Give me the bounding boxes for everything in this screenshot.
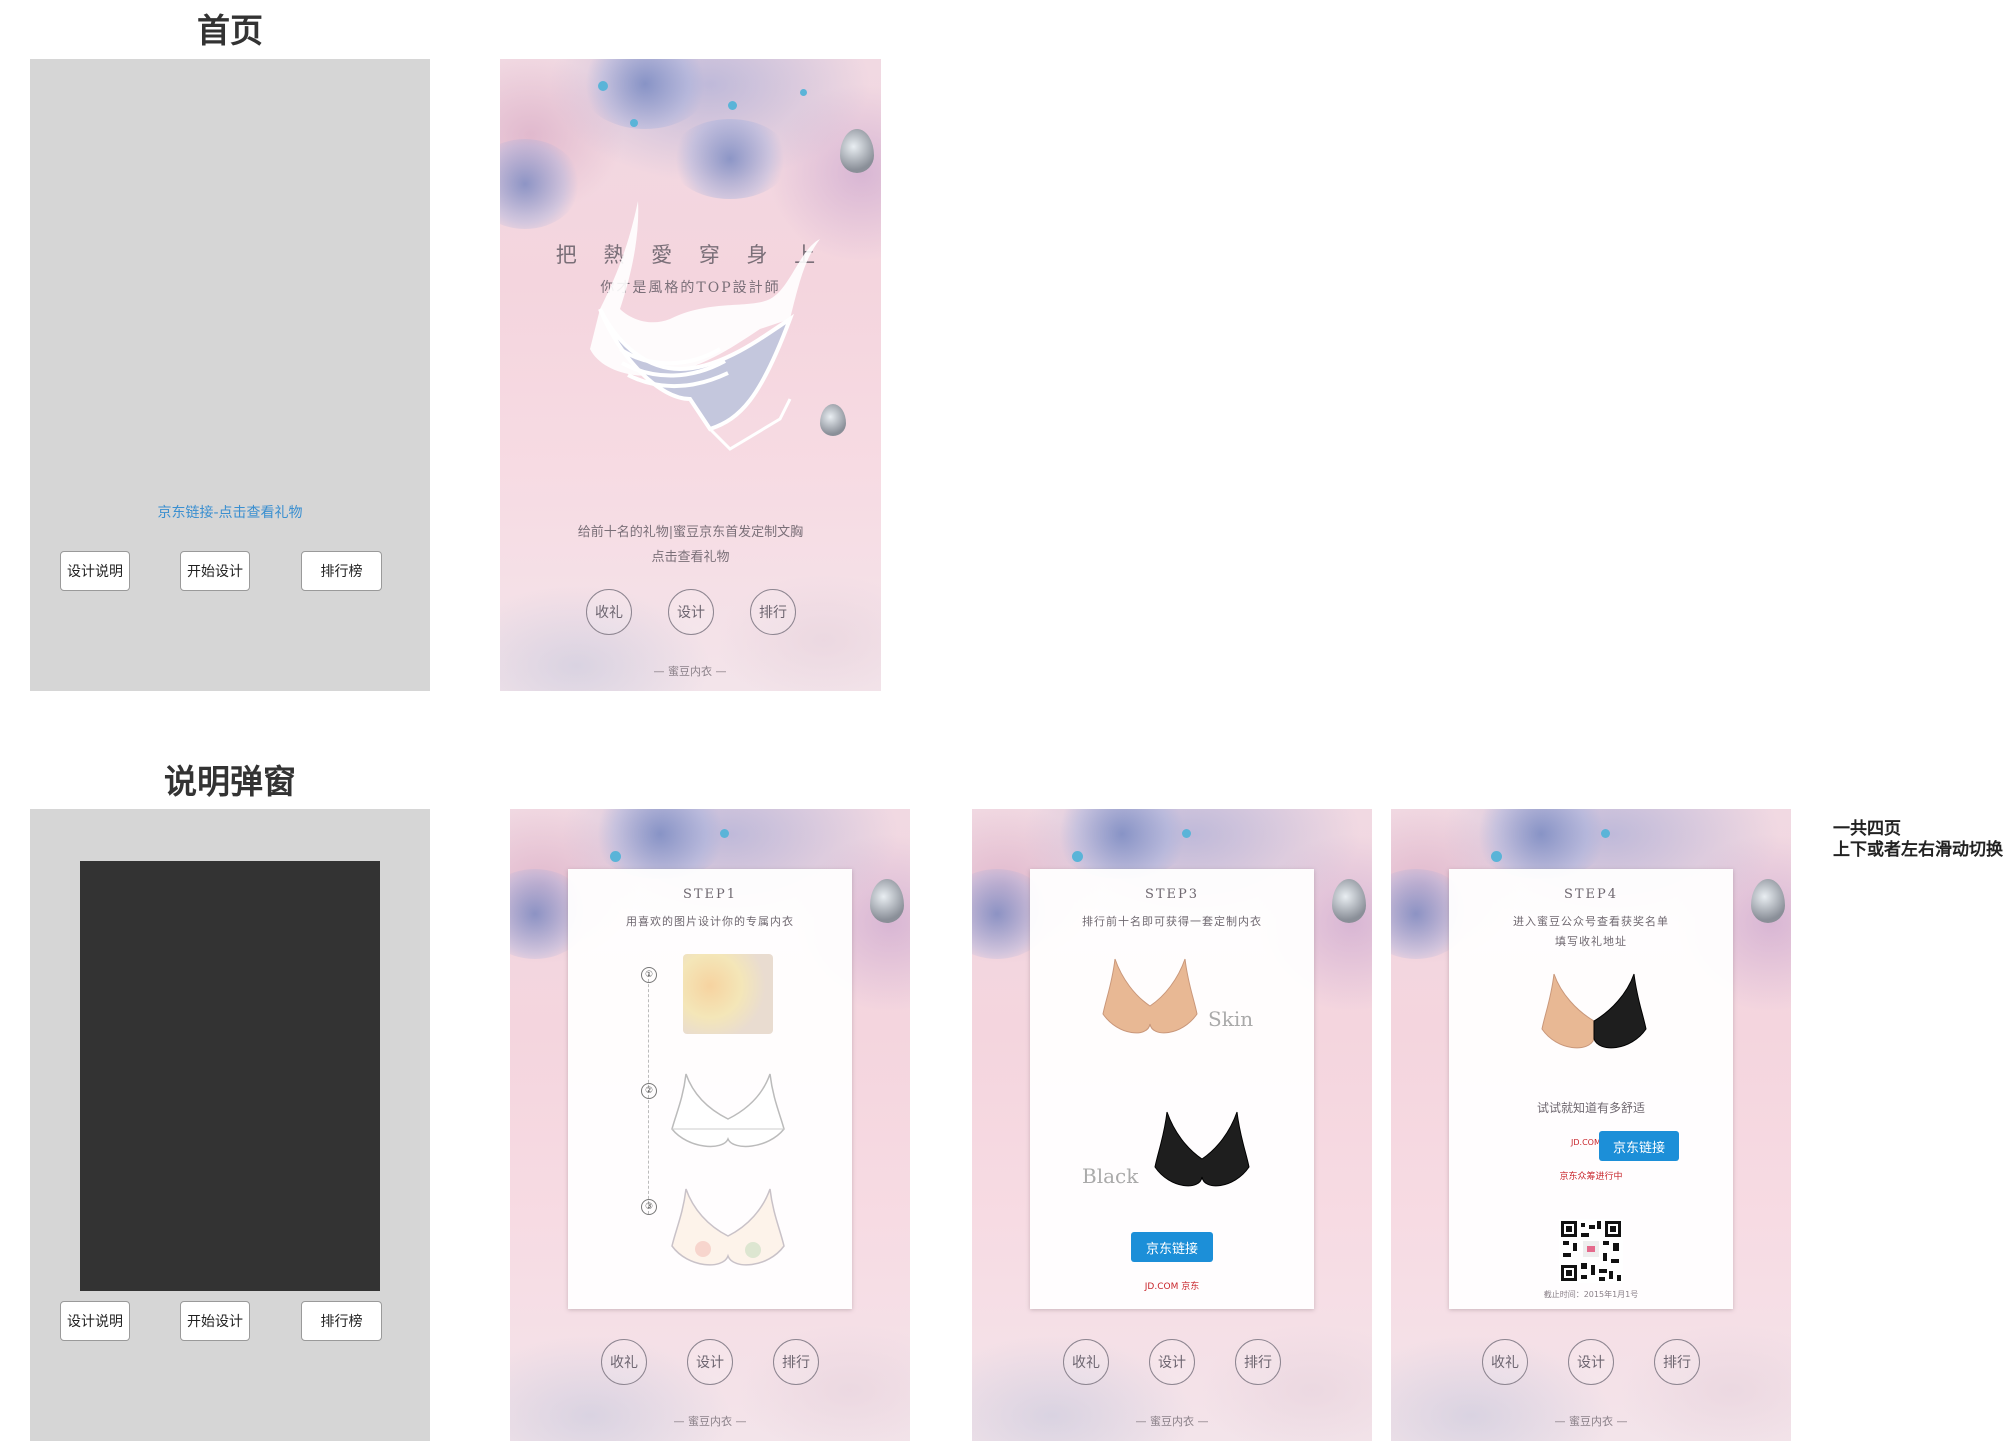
- rank-nav-button[interactable]: 排行: [750, 589, 796, 635]
- step-subtitle-line2: 填写收礼地址: [1555, 935, 1627, 948]
- step1-card: STEP1 用喜欢的图片设计你的专属内衣 ① ② ③: [568, 869, 852, 1309]
- step-title: STEP1: [682, 887, 738, 902]
- brand-footer: — 蜜豆内衣 —: [1554, 1415, 1628, 1428]
- rank-nav-button[interactable]: 排行: [1654, 1339, 1700, 1385]
- berry-decoration: [610, 851, 621, 862]
- step-title: STEP3: [1144, 887, 1200, 902]
- home-section-title: 首页: [197, 11, 263, 50]
- home-wireframe: 京东链接-点击查看礼物 设计说明 开始设计 排行榜: [30, 59, 430, 691]
- rank-nav-button[interactable]: 排行: [773, 1339, 819, 1385]
- brand-footer: — 蜜豆内衣 —: [1135, 1415, 1209, 1428]
- jd-link-button[interactable]: 京东链接: [1599, 1131, 1679, 1161]
- bra-patterned-illustration: [671, 1188, 785, 1266]
- flower-decoration: [580, 59, 710, 129]
- popup-wireframe: 设计说明 开始设计 排行榜: [30, 809, 430, 1441]
- berry-decoration: [598, 81, 608, 91]
- design-intro-button[interactable]: 设计说明: [60, 1301, 130, 1341]
- design-intro-button[interactable]: 设计说明: [60, 551, 130, 591]
- leaf-decoration: [820, 404, 846, 436]
- design-nav-button[interactable]: 设计: [668, 589, 714, 635]
- gift-nav-button[interactable]: 收礼: [1482, 1339, 1528, 1385]
- brand-footer: — 蜜豆内衣 —: [673, 1415, 747, 1428]
- jd-link[interactable]: 京东链接-点击查看礼物: [30, 502, 430, 522]
- leaf-decoration: [1751, 879, 1785, 923]
- swipe-note-line2: 上下或者左右滑动切换: [1833, 840, 2003, 860]
- skin-bra-image: [1102, 958, 1198, 1034]
- gift-nav-button[interactable]: 收礼: [601, 1339, 647, 1385]
- step-subtitle: 用喜欢的图片设计你的专属内衣: [626, 915, 794, 928]
- ranking-button[interactable]: 排行榜: [301, 551, 382, 591]
- swipe-note: 一共四页 上下或者左右滑动切换: [1833, 819, 2011, 861]
- berry-decoration: [1491, 851, 1502, 862]
- gift-nav-button[interactable]: 收礼: [1063, 1339, 1109, 1385]
- home-cta[interactable]: 点击查看礼物: [500, 546, 881, 565]
- black-bra-image: [1154, 1111, 1250, 1187]
- berry-decoration: [1072, 851, 1083, 862]
- jd-logo: JD.COM 京东: [1144, 1282, 1200, 1292]
- popup-overlay[interactable]: [80, 861, 380, 1291]
- design-nav-button[interactable]: 设计: [1568, 1339, 1614, 1385]
- jd-link-button[interactable]: 京东链接: [1131, 1232, 1213, 1262]
- home-mockup: 把 熱 愛 穿 身 上 你才是風格的TOP設計師 给前十名的礼物|蜜豆京东首发定…: [500, 59, 881, 691]
- leaf-decoration: [870, 879, 904, 923]
- step-title: STEP4: [1563, 887, 1619, 902]
- two-tone-bra-image: [1541, 973, 1647, 1049]
- flower-decoration: [670, 119, 790, 199]
- step-num-3: ③: [641, 1199, 657, 1215]
- home-gift-line: 给前十名的礼物|蜜豆京东首发定制文胸: [577, 525, 804, 540]
- step3-card: STEP3 排行前十名即可获得一套定制内衣 Skin Black 京东链接 JD…: [1030, 869, 1314, 1309]
- bra-illustration: [590, 201, 820, 451]
- berry-decoration: [728, 101, 737, 110]
- leaf-decoration: [840, 129, 874, 173]
- bra-outline-illustration: [671, 1073, 785, 1148]
- step4-mockup: STEP4 进入蜜豆公众号查看获奖名单 填写收礼地址 试试就知道有多舒适 JD.…: [1391, 809, 1791, 1441]
- berry-decoration: [800, 89, 807, 96]
- try-comfort-line: 试试就知道有多舒适: [1536, 1101, 1645, 1115]
- step3-mockup: STEP3 排行前十名即可获得一套定制内衣 Skin Black 京东链接 JD…: [972, 809, 1372, 1441]
- gift-nav-button[interactable]: 收礼: [586, 589, 632, 635]
- deadline-text: 截止时间：2015年1月1号: [1543, 1290, 1639, 1299]
- step1-mockup: STEP1 用喜欢的图片设计你的专属内衣 ① ② ③ 收礼 设计 排行 — 蜜豆…: [510, 809, 910, 1441]
- start-design-button[interactable]: 开始设计: [180, 1301, 250, 1341]
- berry-decoration: [1601, 829, 1610, 838]
- swipe-note-line1: 一共四页: [1833, 819, 1901, 839]
- step-subtitle-line1: 进入蜜豆公众号查看获奖名单: [1513, 915, 1669, 928]
- berry-decoration: [630, 119, 638, 127]
- step-num-1: ①: [641, 967, 657, 983]
- popup-section-title: 说明弹窗: [164, 762, 296, 801]
- black-label: Black: [1082, 1164, 1139, 1188]
- leaf-decoration: [1332, 879, 1366, 923]
- berry-decoration: [720, 829, 729, 838]
- berry-decoration: [1182, 829, 1191, 838]
- step-subtitle: 排行前十名即可获得一套定制内衣: [1082, 915, 1262, 928]
- design-nav-button[interactable]: 设计: [1149, 1339, 1195, 1385]
- jd-crowdfunding-promo: 京东众筹进行中: [1559, 1172, 1623, 1182]
- pattern-image: [683, 954, 773, 1034]
- skin-label: Skin: [1208, 1007, 1254, 1031]
- rank-nav-button[interactable]: 排行: [1235, 1339, 1281, 1385]
- step4-card: STEP4 进入蜜豆公众号查看获奖名单 填写收礼地址 试试就知道有多舒适 JD.…: [1449, 869, 1733, 1309]
- ranking-button[interactable]: 排行榜: [301, 1301, 382, 1341]
- step-num-2: ②: [641, 1083, 657, 1099]
- qr-code: [1559, 1219, 1623, 1283]
- design-nav-button[interactable]: 设计: [687, 1339, 733, 1385]
- brand-footer: — 蜜豆内衣 —: [653, 665, 727, 678]
- start-design-button[interactable]: 开始设计: [180, 551, 250, 591]
